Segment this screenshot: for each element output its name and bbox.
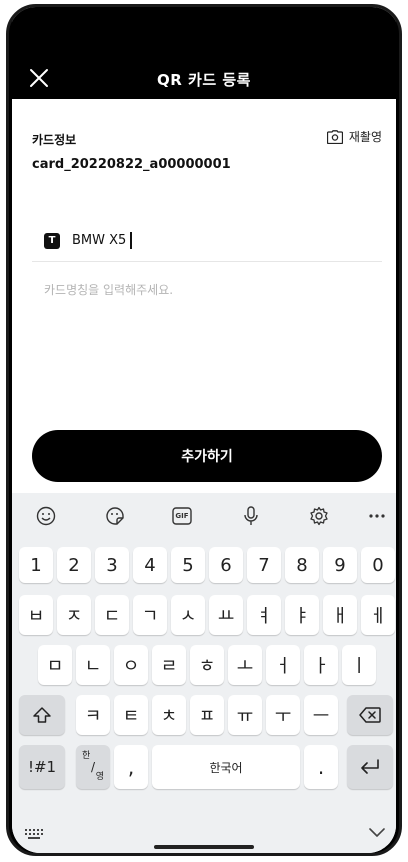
keyboard-switch-button[interactable] bbox=[24, 825, 44, 844]
backspace-key[interactable] bbox=[347, 695, 393, 735]
sticker-icon bbox=[106, 507, 124, 525]
key-3[interactable]: 3 bbox=[95, 547, 129, 583]
key-rieul[interactable]: ㄹ bbox=[152, 645, 186, 685]
period-key[interactable]: . bbox=[304, 745, 338, 789]
key-kieuk[interactable]: ㅋ bbox=[76, 695, 110, 735]
key-0[interactable]: 0 bbox=[361, 547, 395, 583]
key-o[interactable]: ㅗ bbox=[228, 645, 262, 685]
key-siot[interactable]: ㅅ bbox=[171, 595, 205, 635]
screen: QR 카드 등록 카드정보 card_20220822_a00000001 재촬… bbox=[12, 7, 396, 853]
lang-divider: / bbox=[90, 760, 96, 774]
sticker-button[interactable] bbox=[104, 505, 126, 527]
gif-label: GIF bbox=[175, 512, 189, 520]
hide-keyboard-button[interactable] bbox=[368, 823, 386, 842]
key-digeut[interactable]: ㄷ bbox=[95, 595, 129, 635]
keyboard-bottom-bar bbox=[12, 815, 396, 853]
gear-icon bbox=[310, 506, 328, 526]
home-indicator bbox=[154, 845, 254, 849]
camera-icon bbox=[326, 129, 343, 144]
key-eo[interactable]: ㅓ bbox=[266, 645, 300, 685]
backspace-icon bbox=[359, 707, 381, 723]
voice-input-button[interactable] bbox=[240, 505, 262, 527]
key-chieut[interactable]: ㅊ bbox=[152, 695, 186, 735]
more-icon bbox=[369, 514, 385, 518]
key-6[interactable]: 6 bbox=[209, 547, 243, 583]
key-4[interactable]: 4 bbox=[133, 547, 167, 583]
keyboard-toolbar: GIF bbox=[12, 493, 396, 537]
page-title: QR 카드 등록 bbox=[157, 71, 251, 89]
key-7[interactable]: 7 bbox=[247, 547, 281, 583]
key-2[interactable]: 2 bbox=[57, 547, 91, 583]
comma-key[interactable]: , bbox=[114, 745, 148, 789]
key-i[interactable]: ㅣ bbox=[342, 645, 376, 685]
shift-key[interactable] bbox=[19, 695, 65, 735]
symbols-key[interactable]: !#1 bbox=[19, 745, 65, 789]
key-pieup[interactable]: ㅍ bbox=[190, 695, 224, 735]
key-u[interactable]: ㅜ bbox=[266, 695, 300, 735]
key-yo[interactable]: ㅛ bbox=[209, 595, 243, 635]
key-8[interactable]: 8 bbox=[285, 547, 319, 583]
emoji-icon bbox=[36, 506, 56, 526]
card-name-input[interactable]: T BMW X5 bbox=[32, 220, 382, 262]
key-ae[interactable]: ㅐ bbox=[323, 595, 357, 635]
header-bar: QR 카드 등록 bbox=[12, 7, 396, 99]
settings-button[interactable] bbox=[308, 505, 330, 527]
card-name-hint[interactable]: 카드명칭을 입력해주세요. bbox=[44, 281, 173, 298]
keyboard: GIF 1 2 3 4 5 6 7 8 9 0 ㅂ ㅈ ㄷ ㄱ ㅅ ㅛ ㅕ ㅑ … bbox=[12, 493, 396, 853]
gif-button[interactable]: GIF bbox=[171, 505, 193, 527]
lang-top-label: 한 bbox=[82, 751, 91, 761]
chevron-down-icon bbox=[369, 828, 385, 837]
key-tieut[interactable]: ㅌ bbox=[114, 695, 148, 735]
card-id: card_20220822_a00000001 bbox=[32, 157, 231, 172]
space-key[interactable]: 한국어 bbox=[152, 745, 300, 789]
key-yeo[interactable]: ㅕ bbox=[247, 595, 281, 635]
retake-label: 재촬영 bbox=[348, 130, 382, 144]
lang-bottom-label: 영 bbox=[95, 772, 104, 782]
more-button[interactable] bbox=[366, 505, 388, 527]
key-ieung[interactable]: ㅇ bbox=[114, 645, 148, 685]
key-ya[interactable]: ㅑ bbox=[285, 595, 319, 635]
key-e[interactable]: ㅔ bbox=[361, 595, 395, 635]
key-hieut[interactable]: ㅎ bbox=[190, 645, 224, 685]
emoji-button[interactable] bbox=[35, 505, 57, 527]
mic-icon bbox=[244, 506, 258, 525]
key-yu[interactable]: ㅠ bbox=[228, 695, 262, 735]
keyboard-grid-icon bbox=[25, 829, 43, 839]
card-info-label: 카드정보 bbox=[32, 133, 77, 147]
key-giyeok[interactable]: ㄱ bbox=[133, 595, 167, 635]
key-a[interactable]: ㅏ bbox=[304, 645, 338, 685]
retake-button[interactable]: 재촬영 bbox=[326, 128, 382, 145]
key-5[interactable]: 5 bbox=[171, 547, 205, 583]
key-bieup[interactable]: ㅂ bbox=[19, 595, 53, 635]
text-icon: T bbox=[44, 232, 60, 249]
key-1[interactable]: 1 bbox=[19, 547, 53, 583]
phone-frame: QR 카드 등록 카드정보 card_20220822_a00000001 재촬… bbox=[6, 4, 402, 856]
key-nieun[interactable]: ㄴ bbox=[76, 645, 110, 685]
enter-icon bbox=[361, 759, 379, 774]
key-9[interactable]: 9 bbox=[323, 547, 357, 583]
key-jieut[interactable]: ㅈ bbox=[57, 595, 91, 635]
key-eu[interactable]: ㅡ bbox=[304, 695, 338, 735]
text-cursor bbox=[130, 232, 132, 249]
shift-icon bbox=[33, 707, 51, 723]
enter-key[interactable] bbox=[347, 745, 393, 789]
language-toggle-key[interactable]: 한 / 영 bbox=[76, 745, 110, 789]
add-button[interactable]: 추가하기 bbox=[32, 430, 382, 482]
key-mieum[interactable]: ㅁ bbox=[38, 645, 72, 685]
card-name-value: BMW X5 bbox=[72, 233, 127, 248]
